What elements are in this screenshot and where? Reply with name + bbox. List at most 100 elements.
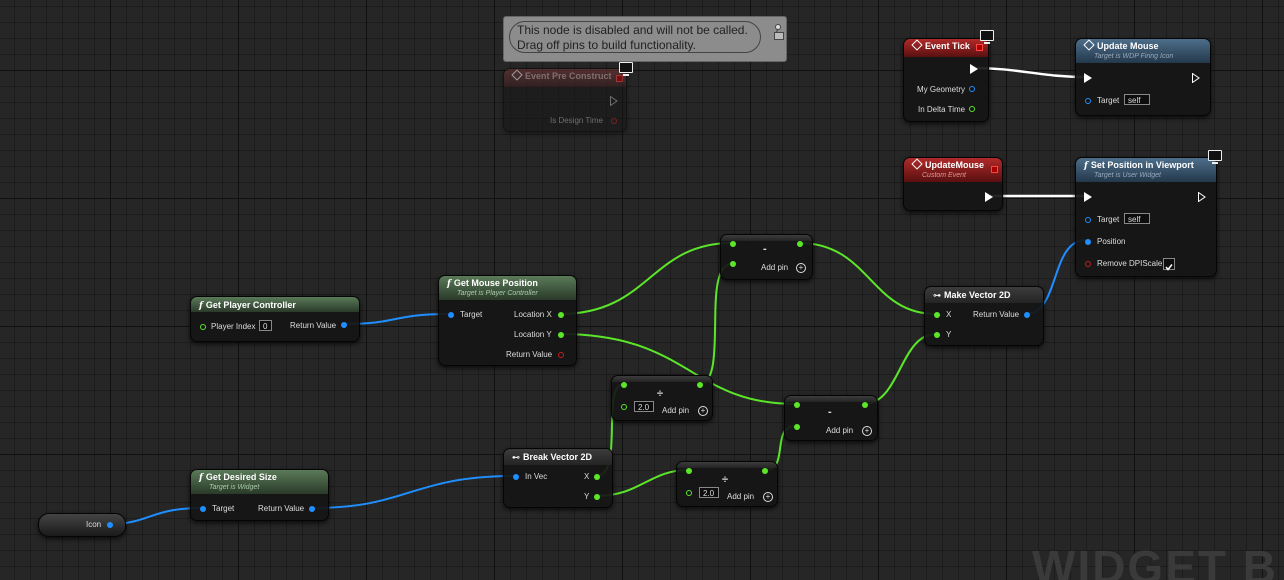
node-updatemouse-event[interactable]: UpdateMouse Custom Event <box>903 157 1003 211</box>
a-in-pin[interactable] <box>730 241 736 247</box>
target-self-field[interactable]: self <box>1124 213 1150 224</box>
b-in-pin[interactable] <box>621 404 627 410</box>
node-set-position-in-viewport[interactable]: f Set Position in Viewport Target is User… <box>1075 157 1217 277</box>
event-diamond-icon <box>911 39 923 51</box>
bool-return-pin[interactable] <box>558 352 564 358</box>
pin-icon[interactable] <box>773 20 782 34</box>
b-in-pin[interactable] <box>686 490 692 496</box>
node-title: Break Vector 2D <box>523 452 593 462</box>
node-divide-bottom[interactable]: ÷ 2.0 Add pin + <box>676 461 778 507</box>
screen-icon <box>980 30 994 44</box>
float-out-pin[interactable] <box>969 106 975 112</box>
target-in-pin[interactable] <box>200 506 206 512</box>
node-subtract-bottom[interactable]: - Add pin + <box>784 395 878 441</box>
player-index-pin[interactable] <box>200 324 206 330</box>
subtract-operator: - <box>763 243 767 255</box>
blueprint-graph-canvas[interactable]: WIDGET B This node is disabled and will … <box>0 0 1284 580</box>
pin-label: Is Design Time <box>550 116 603 125</box>
remove-dpi-checkbox[interactable] <box>1163 258 1175 271</box>
function-icon: f <box>1084 161 1088 171</box>
node-get-desired-size[interactable]: f Get Desired Size Target is Widget Targe… <box>190 469 329 521</box>
delegate-pin[interactable] <box>616 75 623 82</box>
node-title: Event Tick <box>925 41 970 51</box>
pin-label: Y <box>584 492 590 501</box>
a-in-pin[interactable] <box>621 382 627 388</box>
node-title: UpdateMouse <box>925 160 985 170</box>
result-out-pin[interactable] <box>862 402 868 408</box>
add-pin-icon[interactable]: + <box>763 492 773 502</box>
return-value-pin[interactable] <box>309 506 315 512</box>
pin-label: Return Value <box>258 504 305 513</box>
disabled-node-tooltip: This node is disabled and will not be ca… <box>503 16 787 62</box>
delegate-pin[interactable] <box>976 44 983 51</box>
node-title: Get Mouse Position <box>453 278 538 288</box>
result-out-pin[interactable] <box>697 382 703 388</box>
node-update-mouse[interactable]: Update Mouse Target is WDP Firing Icon T… <box>1075 38 1211 116</box>
target-in-pin[interactable] <box>1085 98 1091 104</box>
y-out-pin[interactable] <box>594 494 600 500</box>
wire-sub2-makey <box>863 333 937 405</box>
node-break-vector-2d[interactable]: ⊷ Break Vector 2D In Vec X Y <box>503 448 613 508</box>
location-y-pin[interactable] <box>558 332 564 338</box>
add-pin-icon[interactable]: + <box>796 263 806 273</box>
node-get-mouse-position[interactable]: f Get Mouse Position Target is Player Con… <box>438 275 577 366</box>
in-vec-pin[interactable] <box>513 474 519 480</box>
exec-out-pin[interactable] <box>610 96 618 106</box>
pin-label: Location X <box>514 310 552 319</box>
variable-out-pin[interactable] <box>107 522 113 528</box>
pin-label: X <box>584 472 590 481</box>
divisor-field[interactable]: 2.0 <box>699 487 719 498</box>
exec-out-pin[interactable] <box>970 64 978 74</box>
target-in-pin[interactable] <box>1085 217 1091 223</box>
screen-icon <box>619 62 633 76</box>
node-get-player-controller[interactable]: f Get Player Controller Player Index 0 Re… <box>190 296 360 342</box>
delegate-pin[interactable] <box>991 166 998 173</box>
node-event-tick[interactable]: Event Tick My Geometry In Delta Time <box>903 38 989 122</box>
add-pin-icon[interactable]: + <box>698 406 708 416</box>
wire-sub-makex <box>798 242 937 315</box>
node-subtract-top[interactable]: - Add pin + <box>720 234 813 280</box>
y-in-pin[interactable] <box>934 332 940 338</box>
tooltip-line-1: This node is disabled and will not be ca… <box>517 23 748 37</box>
add-pin-label[interactable]: Add pin <box>727 492 754 501</box>
result-out-pin[interactable] <box>797 241 803 247</box>
node-icon-variable[interactable]: Icon <box>38 513 126 537</box>
b-in-pin[interactable] <box>794 424 800 430</box>
return-value-pin[interactable] <box>341 322 347 328</box>
add-pin-icon[interactable]: + <box>862 426 872 436</box>
add-pin-label[interactable]: Add pin <box>761 263 788 272</box>
x-out-pin[interactable] <box>594 474 600 480</box>
location-x-pin[interactable] <box>558 312 564 318</box>
b-in-pin[interactable] <box>730 261 736 267</box>
node-make-vector-2d[interactable]: ⊶ Make Vector 2D X Y Return Value <box>924 286 1044 346</box>
pin-label: Player Index <box>211 322 256 331</box>
position-in-pin[interactable] <box>1085 239 1091 245</box>
struct-out-pin[interactable] <box>969 86 975 92</box>
add-pin-label[interactable]: Add pin <box>826 426 853 435</box>
x-in-pin[interactable] <box>934 312 940 318</box>
bool-out-pin[interactable] <box>611 118 617 124</box>
pin-label: Y <box>946 330 952 339</box>
node-divide-top[interactable]: ÷ 2.0 Add pin + <box>611 375 713 421</box>
function-icon <box>1083 39 1095 51</box>
node-event-pre-construct[interactable]: Event Pre Construct Is Design Time <box>503 68 627 132</box>
divisor-field[interactable]: 2.0 <box>634 401 654 412</box>
exec-out-pin[interactable] <box>985 192 993 202</box>
result-out-pin[interactable] <box>762 468 768 474</box>
a-in-pin[interactable] <box>686 468 692 474</box>
node-title: Get Player Controller <box>205 300 296 310</box>
a-in-pin[interactable] <box>794 402 800 408</box>
exec-in-pin[interactable] <box>1084 192 1092 202</box>
pin-label: Location Y <box>514 330 552 339</box>
exec-in-pin[interactable] <box>1084 73 1092 83</box>
add-pin-label[interactable]: Add pin <box>662 406 689 415</box>
player-index-field[interactable]: 0 <box>259 320 272 331</box>
target-in-pin[interactable] <box>448 312 454 318</box>
bool-in-pin[interactable] <box>1085 261 1091 267</box>
node-title: Event Pre Construct <box>525 71 612 81</box>
exec-out-pin[interactable] <box>1192 73 1200 83</box>
exec-out-pin[interactable] <box>1198 192 1206 202</box>
target-self-field[interactable]: self <box>1124 94 1150 105</box>
return-value-pin[interactable] <box>1024 312 1030 318</box>
event-diamond-icon <box>511 69 523 81</box>
